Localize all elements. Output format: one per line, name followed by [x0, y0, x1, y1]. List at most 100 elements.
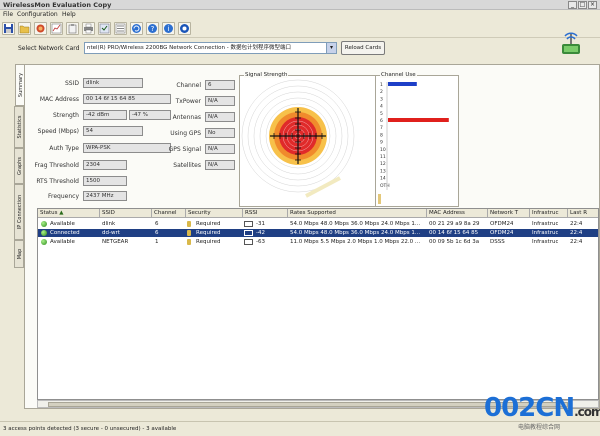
frag-threshold-value: 2304: [83, 160, 127, 170]
network-card-select[interactable]: ntel(R) PRO/Wireless 2200BG Network Conn…: [84, 42, 337, 54]
status-text: 3 access points detected (3 secure - 0 u…: [3, 426, 177, 432]
tab-map[interactable]: Map: [14, 240, 24, 268]
using-gps-label: Using GPS: [170, 130, 201, 137]
column-header-rates[interactable]: Rates Supported: [288, 209, 427, 218]
watermark-logo-text: 002CN.com: [484, 393, 600, 423]
row-status: Available: [50, 221, 75, 227]
row-network-type: DSSS: [490, 239, 505, 245]
rts-threshold-label: RTS Threshold: [36, 178, 79, 185]
lock-icon: [187, 239, 191, 245]
print-icon[interactable]: [82, 22, 95, 35]
window-title: WirelessMon Evaluation Copy: [3, 1, 112, 9]
channel-tick-label: 2: [380, 89, 383, 95]
title-bar: WirelessMon Evaluation Copy _ □ ×: [0, 0, 600, 10]
mac-address-label: MAC Address: [39, 96, 79, 103]
clipboard-icon[interactable]: [66, 22, 79, 35]
channel-tick-label: 10: [380, 147, 386, 153]
side-tab-strip: Summary Statistics Graphs IP Connection …: [14, 64, 25, 409]
channel-label: Channel: [176, 82, 201, 89]
channel-use-title: Channel Use: [380, 72, 417, 78]
table-row[interactable]: Available dlink 6 Required -31 54.0 Mbps…: [38, 220, 598, 228]
svg-text:i: i: [168, 25, 170, 33]
ssid-value: dlink: [83, 78, 143, 88]
status-available-icon: [41, 239, 47, 245]
satellites-value: N/A: [205, 160, 235, 170]
column-header-status[interactable]: Status ▲: [38, 209, 100, 218]
gps-signal-value: N/A: [205, 144, 235, 154]
network-icon: [244, 230, 253, 236]
about-icon[interactable]: [178, 22, 191, 35]
table-row[interactable]: Available NETGEAR 1 Required -63 11.0 Mb…: [38, 238, 598, 246]
row-network-type: OFDM24: [490, 230, 514, 236]
signal-radar-graph: [241, 79, 355, 198]
column-header-rssi[interactable]: RSSI: [243, 209, 288, 218]
record-icon[interactable]: [34, 22, 47, 35]
network-icon: [244, 221, 253, 227]
row-network-type: OFDM24: [490, 221, 514, 227]
row-channel: 6: [155, 221, 159, 227]
row-rssi: -31: [256, 221, 265, 227]
row-rssi: -63: [256, 239, 265, 245]
column-header-network-type[interactable]: Network T: [488, 209, 530, 218]
row-infrastructure: Infrastruc: [532, 230, 559, 236]
menu-help[interactable]: Help: [62, 11, 76, 18]
close-button[interactable]: ×: [588, 1, 597, 9]
maximize-button[interactable]: □: [578, 1, 587, 9]
row-security: Required: [196, 230, 221, 236]
table-row-selected[interactable]: Connected dd-wrt 6 Required -42 54.0 Mbp…: [38, 229, 598, 237]
list-icon[interactable]: [114, 22, 127, 35]
using-gps-value: No: [205, 128, 235, 138]
access-point-table: Status ▲ SSID Channel Security RSSI Rate…: [37, 208, 599, 400]
row-mac: 00 09 5b 1c 6d 3a: [429, 239, 480, 245]
minimize-button[interactable]: _: [568, 1, 577, 9]
column-header-ssid[interactable]: SSID: [100, 209, 152, 218]
channel-tick-label: OTH: [380, 183, 390, 189]
rts-threshold-value: 1500: [83, 176, 127, 186]
channel-tick-label: 8: [380, 132, 383, 138]
frequency-label: Frequency: [48, 193, 79, 200]
save-icon[interactable]: [2, 22, 15, 35]
signal-strength-group: Signal Strength: [239, 72, 379, 207]
txpower-value: N/A: [205, 96, 235, 106]
gps-signal-label: GPS Signal: [168, 146, 201, 153]
svg-text:?: ?: [151, 25, 155, 33]
channel-tick-label: 5: [380, 111, 383, 117]
column-header-last[interactable]: Last R: [568, 209, 598, 218]
menu-file[interactable]: File: [3, 11, 13, 18]
channel-tick-label: 9: [380, 140, 383, 146]
network-card-row: Select Network Card ntel(R) PRO/Wireless…: [0, 40, 600, 58]
column-header-security[interactable]: Security: [186, 209, 243, 218]
speed-value: 54: [83, 126, 143, 136]
status-available-icon: [41, 221, 47, 227]
row-rates: 54.0 Mbps 48.0 Mbps 36.0 Mbps 24.0 Mbps …: [290, 230, 421, 236]
network-icon: [244, 239, 253, 245]
row-infrastructure: Infrastruc: [532, 221, 559, 227]
info-icon[interactable]: i: [162, 22, 175, 35]
row-security: Required: [196, 239, 221, 245]
signal-strength-title: Signal Strength: [244, 72, 289, 78]
menu-configuration[interactable]: Configuration: [17, 11, 58, 18]
antennas-label: Antennas: [172, 114, 201, 121]
help-icon[interactable]: ?: [146, 22, 159, 35]
column-header-mac-address[interactable]: MAC Address: [427, 209, 488, 218]
channel-use-group: Channel Use 1 2 3 4 5 6 7 8 9 10 11 12 13 14 OTH: [375, 72, 459, 207]
channel-tick-label: 14: [380, 176, 386, 182]
channel-usage-bar: [388, 82, 417, 86]
toolbar: ? i: [0, 20, 600, 38]
row-channel: 1: [155, 239, 159, 245]
column-header-infrastructure[interactable]: Infrastruc: [530, 209, 568, 218]
row-infrastructure: Infrastruc: [532, 239, 559, 245]
settings-icon[interactable]: [98, 22, 111, 35]
chevron-down-icon[interactable]: ▾: [326, 43, 336, 53]
graph-icon[interactable]: [50, 22, 63, 35]
open-folder-icon[interactable]: [18, 22, 31, 35]
channel-tick-label: 11: [380, 154, 386, 160]
frequency-value: 2437 MHz: [83, 191, 127, 201]
tab-graphs[interactable]: Graphs: [14, 148, 24, 184]
column-header-channel[interactable]: Channel: [152, 209, 186, 218]
row-last: 22:4: [570, 239, 583, 245]
channel-tick-label: 1: [380, 82, 383, 88]
reload-cards-button[interactable]: Reload Cards: [341, 41, 385, 55]
wirelessmon-logo-icon: [562, 32, 580, 54]
refresh-icon[interactable]: [130, 22, 143, 35]
